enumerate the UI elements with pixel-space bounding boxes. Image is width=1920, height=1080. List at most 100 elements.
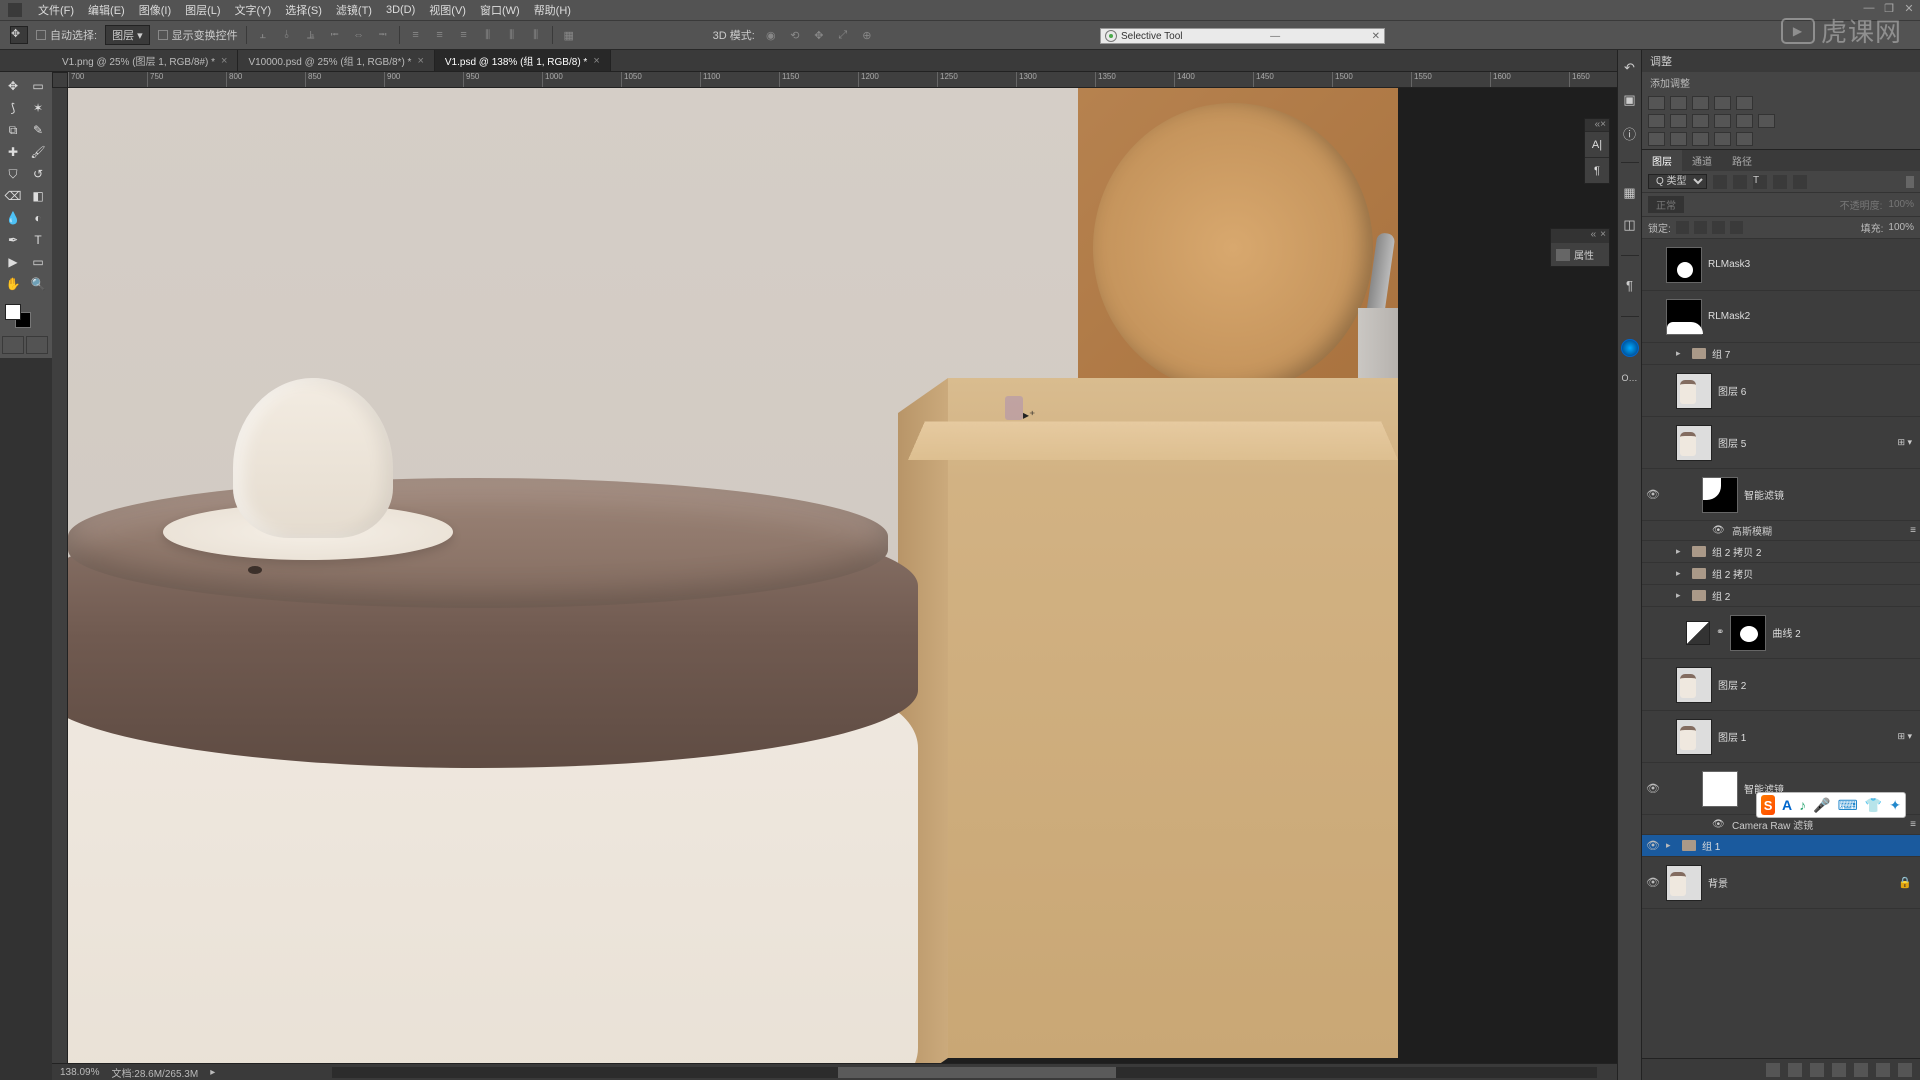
hand-tool[interactable]: ✋	[2, 274, 24, 294]
color-swatches[interactable]	[2, 302, 50, 330]
fg-color-swatch[interactable]	[5, 304, 21, 320]
menu-view[interactable]: 视图(V)	[423, 0, 472, 20]
path-select-tool[interactable]: ▶	[2, 252, 24, 272]
blur-tool[interactable]: 💧	[2, 208, 24, 228]
layer-group1[interactable]: 👁 ▸ 组 1	[1642, 835, 1920, 857]
layer-thumb[interactable]	[1676, 667, 1712, 703]
filter-settings-icon[interactable]: ≡	[1910, 525, 1916, 536]
filter-pixel-icon[interactable]	[1713, 175, 1727, 189]
lock-position-icon[interactable]	[1694, 221, 1707, 234]
color-lookup-icon[interactable]	[1758, 114, 1775, 128]
eraser-tool[interactable]: ⌫	[2, 186, 24, 206]
doc-size[interactable]: 文档:28.6M/265.3M	[111, 1065, 198, 1080]
move-tool[interactable]: ✥	[2, 76, 24, 96]
photo-filter-icon[interactable]	[1714, 114, 1731, 128]
history-brush-tool[interactable]: ↺	[27, 164, 49, 184]
stamp-tool[interactable]: ⛉	[2, 164, 24, 184]
new-group-icon[interactable]	[1854, 1063, 1868, 1077]
link-layers-icon[interactable]	[1766, 1063, 1780, 1077]
3d-zoom-icon[interactable]: ⊕	[859, 27, 875, 43]
quick-mask-icon[interactable]	[26, 336, 48, 354]
checkbox-icon[interactable]	[158, 30, 168, 40]
zoom-tool[interactable]: 🔍	[27, 274, 49, 294]
adjustments-title[interactable]: 调整	[1642, 50, 1920, 72]
brush-tool[interactable]: 🖌	[27, 142, 49, 162]
filter-camera-raw[interactable]: 👁 Camera Raw 滤镜 ≡	[1642, 815, 1920, 835]
filter-smart-icon[interactable]	[1793, 175, 1807, 189]
selective-tool-window[interactable]: Selective Tool — ✕	[1100, 28, 1385, 44]
new-layer-icon[interactable]	[1876, 1063, 1890, 1077]
checkbox-icon[interactable]	[36, 30, 46, 40]
pen-tool[interactable]: ✒	[2, 230, 24, 250]
lock-all-icon[interactable]	[1730, 221, 1743, 234]
visibility-toggle[interactable]: 👁	[1646, 839, 1660, 853]
visibility-toggle[interactable]	[1646, 589, 1660, 603]
adjustment-thumb[interactable]	[1686, 621, 1710, 645]
tab-layers[interactable]: 图层	[1642, 150, 1682, 171]
hue-icon[interactable]	[1648, 114, 1665, 128]
gradient-map-icon[interactable]	[1714, 132, 1731, 146]
filter-mask-thumb[interactable]	[1702, 771, 1738, 807]
menu-filter[interactable]: 滤镜(T)	[330, 0, 378, 20]
horizontal-scrollbar[interactable]	[332, 1067, 1597, 1078]
visibility-toggle[interactable]	[1646, 626, 1660, 640]
menu-type[interactable]: 文字(Y)	[229, 0, 278, 20]
align-top-icon[interactable]: ⫠	[255, 27, 271, 43]
close-tab-icon[interactable]: ×	[221, 55, 227, 67]
layer-rlmask2[interactable]: RLMask2	[1642, 291, 1920, 343]
blend-mode-select[interactable]: 正常	[1648, 196, 1684, 213]
ime-keyboard-icon[interactable]: ⌨	[1838, 797, 1858, 814]
align-bottom-icon[interactable]: ⫡	[303, 27, 319, 43]
close-tab-icon[interactable]: ×	[417, 55, 423, 67]
layer-fx-icon[interactable]	[1788, 1063, 1802, 1077]
menu-help[interactable]: 帮助(H)	[528, 0, 577, 20]
close-icon[interactable]: ✕	[1368, 31, 1384, 42]
menu-image[interactable]: 图像(I)	[133, 0, 177, 20]
menu-layer[interactable]: 图层(L)	[179, 0, 226, 20]
layer-smart-filters[interactable]: 👁 智能滤镜	[1642, 469, 1920, 521]
link-icon[interactable]: ⚭	[1716, 627, 1724, 638]
menu-file[interactable]: 文件(F)	[32, 0, 80, 20]
layer-6[interactable]: 图层 6	[1642, 365, 1920, 417]
filter-settings-icon[interactable]: ≡	[1910, 819, 1916, 830]
align-left-icon[interactable]: ⭰	[327, 27, 343, 43]
layer-background[interactable]: 👁 背景 🔒	[1642, 857, 1920, 909]
scrollbar-thumb[interactable]	[838, 1067, 1116, 1078]
doc-tab-1[interactable]: V10000.psd @ 25% (组 1, RGB/8*) *×	[238, 50, 434, 71]
lasso-tool[interactable]: ⟆	[2, 98, 24, 118]
ime-menu-icon[interactable]: ✦	[1889, 797, 1901, 814]
invert-icon[interactable]	[1648, 132, 1665, 146]
expand-arrow-icon[interactable]: ▸	[1666, 840, 1676, 851]
fill-value[interactable]: 100%	[1888, 222, 1914, 233]
menu-edit[interactable]: 编辑(E)	[82, 0, 131, 20]
distribute-v-icon[interactable]: ≡	[432, 27, 448, 43]
eyedropper-tool[interactable]: ✎	[27, 120, 49, 140]
filter-mask-thumb[interactable]	[1702, 477, 1738, 513]
swatches-icon[interactable]: ▦	[1622, 185, 1638, 201]
standard-mode-icon[interactable]	[2, 336, 24, 354]
visibility-toggle[interactable]: 👁	[1712, 819, 1726, 830]
paragraph-icon[interactable]: ¶	[1585, 157, 1609, 183]
visibility-toggle[interactable]: 👁	[1646, 782, 1660, 796]
visibility-toggle[interactable]	[1646, 730, 1660, 744]
tab-paths[interactable]: 路径	[1722, 150, 1762, 171]
gradient-tool[interactable]: ◧	[27, 186, 49, 206]
visibility-toggle[interactable]	[1646, 567, 1660, 581]
dodge-tool[interactable]: ◐	[27, 208, 49, 228]
extension-icon[interactable]	[1621, 339, 1639, 357]
align-right-icon[interactable]: ⭲	[375, 27, 391, 43]
channel-mixer-icon[interactable]	[1736, 114, 1753, 128]
layer-mask-thumb[interactable]	[1730, 615, 1766, 651]
filter-kind-select[interactable]: Q 类型	[1648, 174, 1707, 189]
visibility-toggle[interactable]: 👁	[1712, 525, 1726, 536]
paragraph-styles-icon[interactable]: ¶	[1622, 278, 1638, 294]
ruler-horizontal[interactable]: 7007508008509009501000105011001150120012…	[68, 72, 1617, 88]
tab-channels[interactable]: 通道	[1682, 150, 1722, 171]
opacity-value[interactable]: 100%	[1888, 199, 1914, 210]
collapse-icon[interactable]: «	[1591, 229, 1597, 243]
heal-tool[interactable]: ✚	[2, 142, 24, 162]
smart-object-icon[interactable]: ⊞ ▾	[1897, 731, 1916, 742]
visibility-toggle[interactable]: 👁	[1646, 488, 1660, 502]
visibility-toggle[interactable]	[1646, 545, 1660, 559]
character-icon[interactable]: A|	[1585, 131, 1609, 157]
